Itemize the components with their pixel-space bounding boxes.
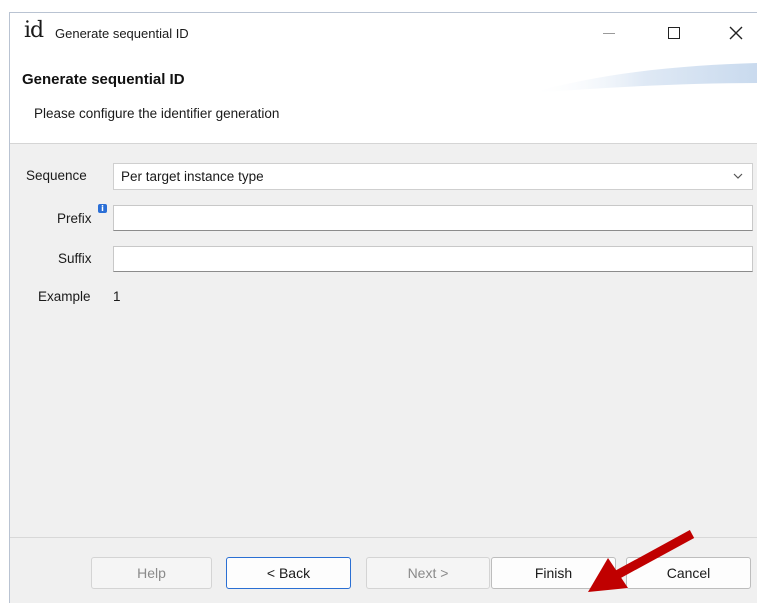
minimize-icon [603,32,615,34]
sequence-label: Sequence [26,168,87,183]
example-label: Example [38,289,91,304]
wizard-window: id Generate sequential ID Generate seque… [9,12,757,603]
prefix-input[interactable] [113,205,753,231]
info-icon[interactable]: i [98,204,107,213]
close-button[interactable] [713,13,757,53]
suffix-label: Suffix [58,251,92,266]
prefix-label: Prefix [57,211,92,226]
title-bar: id Generate sequential ID [10,13,757,53]
header-banner-graphic [530,63,757,93]
sequence-dropdown[interactable]: Per target instance type [113,163,753,190]
window-title: Generate sequential ID [55,26,189,41]
minimize-button[interactable] [586,13,632,53]
sequence-selected-value: Per target instance type [121,169,264,184]
wizard-header: Generate sequential ID Please configure … [10,53,757,144]
maximize-button[interactable] [651,13,697,53]
help-button[interactable]: Help [91,557,212,589]
back-button[interactable]: < Back [226,557,351,589]
page-description: Please configure the identifier generati… [34,106,280,121]
suffix-input[interactable] [113,246,753,272]
next-button[interactable]: Next > [366,557,490,589]
chevron-down-icon [733,173,743,179]
example-value: 1 [113,289,121,304]
close-icon [729,26,743,40]
page-title: Generate sequential ID [22,71,185,88]
red-arrow-annotation-icon [588,530,695,592]
maximize-icon [668,27,680,39]
app-id-icon: id [24,18,44,43]
